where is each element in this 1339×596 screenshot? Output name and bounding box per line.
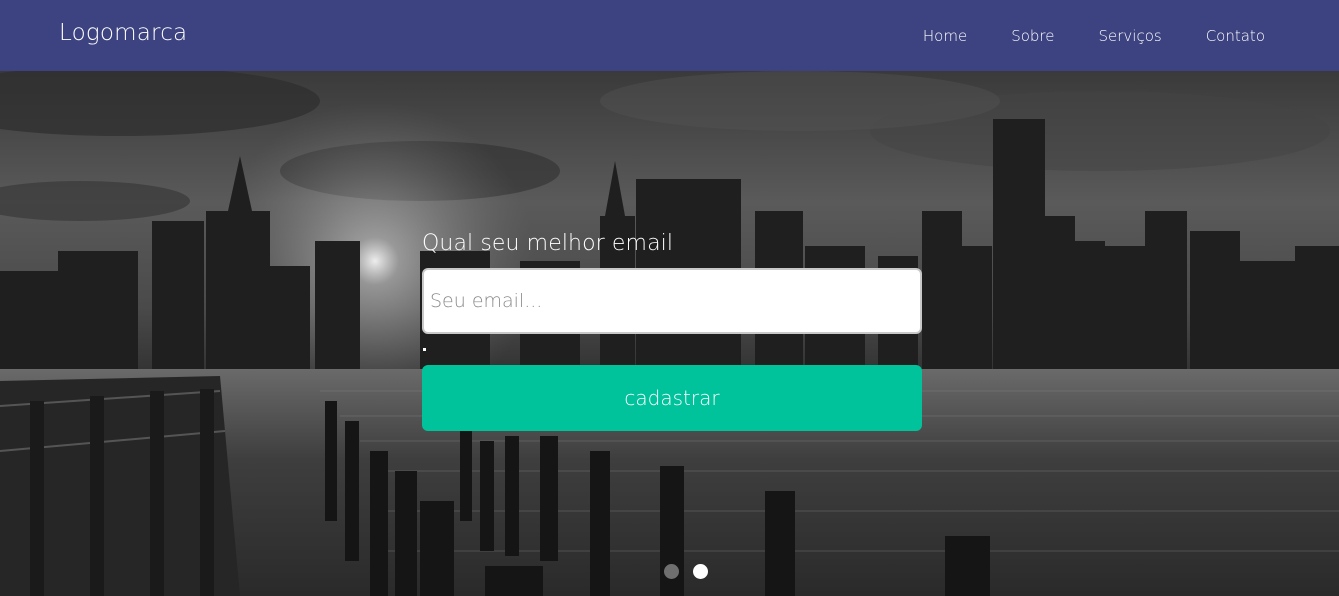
nav-link-servicos[interactable]: Serviços (1099, 27, 1162, 45)
carousel-indicators (664, 564, 708, 579)
email-label: Qual seu melhor email (422, 231, 674, 256)
nav-link-contato[interactable]: Contato (1206, 27, 1265, 45)
nav-link-home[interactable]: Home (923, 27, 967, 45)
divider-dot (423, 348, 426, 351)
email-input[interactable] (422, 268, 922, 334)
submit-button[interactable]: cadastrar (422, 365, 922, 431)
carousel-dot-2[interactable] (693, 564, 708, 579)
logo[interactable]: Logomarca (59, 20, 187, 46)
navbar: Logomarca Home Sobre Serviços Contato (0, 0, 1339, 71)
hero-section: Qual seu melhor email cadastrar (0, 71, 1339, 596)
signup-form: Qual seu melhor email cadastrar (422, 231, 922, 431)
carousel-dot-1[interactable] (664, 564, 679, 579)
nav-link-sobre[interactable]: Sobre (1011, 27, 1054, 45)
nav-menu: Home Sobre Serviços Contato (879, 27, 1265, 45)
